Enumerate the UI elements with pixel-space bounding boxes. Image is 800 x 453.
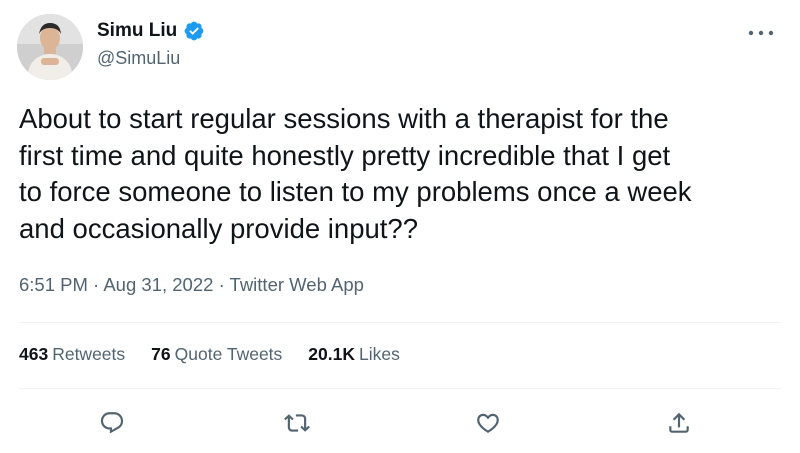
reply-button[interactable] <box>97 408 127 438</box>
divider <box>19 322 781 323</box>
like-icon <box>477 413 499 433</box>
tweet-text: About to start regular sessions with a t… <box>19 103 692 244</box>
verified-badge-icon <box>184 21 204 41</box>
likes-count: 20.1K <box>308 344 355 364</box>
quote-tweets-label: Quote Tweets <box>174 344 283 364</box>
retweets-stat[interactable]: 463 Retweets <box>19 343 125 365</box>
author-display-name[interactable]: Simu Liu <box>97 20 177 42</box>
quote-tweets-count: 76 <box>151 344 171 364</box>
retweets-label: Retweets <box>52 344 126 364</box>
share-button[interactable] <box>664 408 694 438</box>
tweet-source[interactable]: Twitter Web App <box>230 274 364 295</box>
retweet-button[interactable] <box>282 408 312 438</box>
tweet-card: Simu Liu @SimuLiu About to start regular… <box>0 0 800 453</box>
retweets-count: 463 <box>19 344 49 364</box>
meta-separator: · <box>218 274 225 295</box>
likes-stat[interactable]: 20.1K Likes <box>308 343 400 365</box>
like-button[interactable] <box>473 408 503 438</box>
tweet-time[interactable]: 6:51 PM <box>19 274 88 295</box>
tweet-date[interactable]: Aug 31, 2022 <box>103 274 213 295</box>
retweet-icon <box>284 414 310 432</box>
quote-tweets-stat[interactable]: 76 Quote Tweets <box>151 343 282 365</box>
avatar-photo <box>17 14 83 80</box>
author-name-row: Simu Liu <box>97 20 205 42</box>
likes-label: Likes <box>359 344 400 364</box>
divider <box>19 388 781 389</box>
author-handle[interactable]: @SimuLiu <box>97 47 180 69</box>
reply-icon <box>100 412 124 434</box>
engagement-stats: 463 Retweets 76 Quote Tweets 20.1K Likes <box>19 343 400 365</box>
share-icon <box>669 412 689 433</box>
more-options-icon[interactable] <box>747 27 775 39</box>
avatar[interactable] <box>17 14 83 80</box>
tweet-meta: 6:51 PM · Aug 31, 2022 · Twitter Web App <box>19 274 364 296</box>
meta-separator: · <box>93 274 100 295</box>
